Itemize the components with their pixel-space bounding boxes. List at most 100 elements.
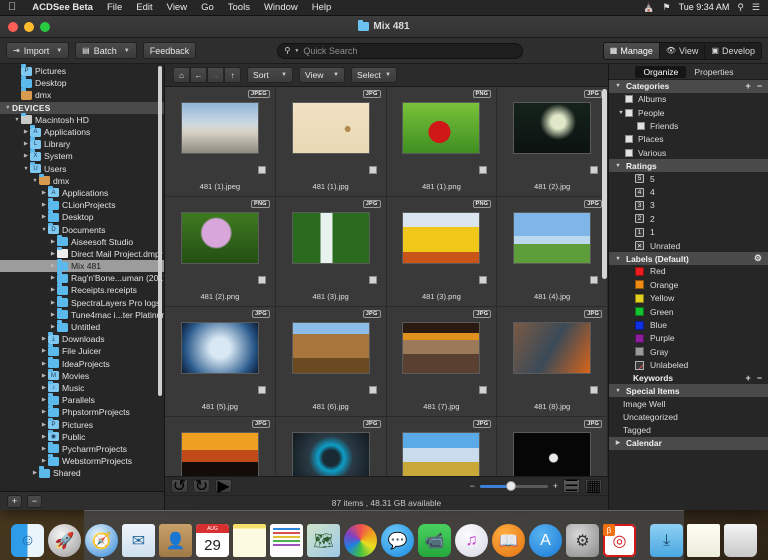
thumbnail-image[interactable] bbox=[181, 212, 259, 264]
thumbnail-image[interactable] bbox=[292, 212, 370, 264]
category-checkbox[interactable] bbox=[625, 149, 633, 157]
remove-category-button[interactable]: − bbox=[757, 81, 762, 91]
tree-item-system[interactable]: ▶XSystem bbox=[0, 150, 164, 162]
thumbnail-cell[interactable]: JPG bbox=[165, 417, 276, 476]
dock-app-photos[interactable] bbox=[344, 524, 377, 557]
special-item-uncategorized[interactable]: Uncategorized bbox=[609, 410, 768, 423]
twisty-open-icon[interactable]: ▼ bbox=[617, 110, 625, 116]
minimize-button[interactable] bbox=[24, 22, 34, 32]
thumbnail-image[interactable] bbox=[292, 322, 370, 374]
dock-app-calendar[interactable]: AUG29 bbox=[196, 524, 229, 557]
thumbnail-image[interactable] bbox=[402, 212, 480, 264]
dock-app-mail[interactable]: ✉ bbox=[122, 524, 155, 557]
twisty-closed-icon[interactable]: ▶ bbox=[49, 251, 57, 257]
twisty-closed-icon[interactable]: ▶ bbox=[49, 300, 57, 306]
list-view-icon[interactable]: ☰ bbox=[563, 479, 580, 493]
label-item-purple[interactable]: Purple bbox=[609, 332, 768, 345]
thumbnail-cell[interactable]: PNG481 (2).png bbox=[165, 197, 276, 307]
mode-develop[interactable]: ▣ Develop bbox=[705, 43, 761, 59]
rating-item-unrated[interactable]: ✕Unrated bbox=[609, 239, 768, 252]
thumbnail-image[interactable] bbox=[513, 212, 591, 264]
menu-edit[interactable]: Edit bbox=[129, 2, 159, 13]
thumbnail-image[interactable] bbox=[402, 102, 480, 154]
thumbnail-image[interactable] bbox=[292, 102, 370, 154]
remove-folder-button[interactable]: − bbox=[27, 495, 42, 508]
grid-view-icon[interactable]: ▦ bbox=[585, 479, 602, 493]
panel-section-categories[interactable]: ▼Categories+− bbox=[609, 80, 768, 93]
tree-item-macintosh-hd[interactable]: ▼Macintosh HD bbox=[0, 114, 164, 126]
panel-section-calendar[interactable]: ▶Calendar bbox=[609, 437, 768, 450]
dock-app-ibooks[interactable]: 📖 bbox=[492, 524, 525, 557]
tree-item-shared[interactable]: ▶Shared bbox=[0, 467, 164, 479]
tree-item-public[interactable]: ▶◉Public bbox=[0, 431, 164, 443]
twisty-closed-icon[interactable]: ▶ bbox=[40, 202, 48, 208]
maximize-button[interactable] bbox=[40, 22, 50, 32]
twisty-open-icon[interactable]: ▼ bbox=[31, 178, 39, 184]
rating-item-4[interactable]: 44 bbox=[609, 185, 768, 198]
panel-section-special-items[interactable]: ▼Special Items bbox=[609, 384, 768, 397]
thumbnail-image[interactable] bbox=[402, 322, 480, 374]
dock-app-acdsee[interactable]: ◎β bbox=[603, 524, 636, 557]
train-icon[interactable]: ⛪ bbox=[643, 3, 654, 12]
mode-manage[interactable]: ▦ Manage bbox=[604, 43, 660, 59]
tree-item-music[interactable]: ▶♪Music bbox=[0, 382, 164, 394]
up-arrow-icon[interactable]: ↑ bbox=[224, 67, 241, 83]
thumbnail-cell[interactable]: JPG481 (2).jpg bbox=[497, 87, 608, 197]
category-checkbox[interactable] bbox=[625, 95, 633, 103]
thumbnail-image[interactable] bbox=[292, 432, 370, 476]
dock-app-maps[interactable]: 🗺 bbox=[307, 524, 340, 557]
thumbnail-checkbox[interactable] bbox=[258, 276, 266, 284]
tree-item-mix-481[interactable]: ▶Mix 481 bbox=[0, 260, 164, 272]
dock-app-reminders[interactable] bbox=[270, 524, 303, 557]
thumbnail-checkbox[interactable] bbox=[479, 386, 487, 394]
tree-item-users[interactable]: ▼UUsers bbox=[0, 163, 164, 175]
chevron-down-icon[interactable]: ▼ bbox=[124, 48, 130, 54]
tree-item-clionprojects[interactable]: ▶CLionProjects bbox=[0, 199, 164, 211]
thumbnail-checkbox[interactable] bbox=[590, 166, 598, 174]
tree-item-pictures[interactable]: ▶PPictures bbox=[0, 418, 164, 430]
dock-documents-stack[interactable] bbox=[687, 524, 720, 557]
twisty-closed-icon[interactable]: ▶ bbox=[40, 385, 48, 391]
tree-item-untitled[interactable]: ▶Untitled bbox=[0, 321, 164, 333]
thumbnail-checkbox[interactable] bbox=[258, 166, 266, 174]
tree-item-dmx[interactable]: dmx bbox=[0, 89, 164, 101]
thumbnail-image[interactable] bbox=[181, 432, 259, 476]
thumbnail-cell[interactable]: JPG481 (5).jpg bbox=[165, 307, 276, 417]
twisty-closed-icon[interactable]: ▶ bbox=[40, 397, 48, 403]
category-item-various[interactable]: Various bbox=[609, 146, 768, 159]
thumbnail-grid[interactable]: JPEG481 (1).jpegJPG481 (1).jpgPNG481 (1)… bbox=[165, 87, 608, 476]
thumbnail-checkbox[interactable] bbox=[369, 386, 377, 394]
tree-item-downloads[interactable]: ▶⤓Downloads bbox=[0, 333, 164, 345]
tree-item-applications[interactable]: ▶AApplications bbox=[0, 187, 164, 199]
thumbnail-checkbox[interactable] bbox=[479, 276, 487, 284]
twisty-closed-icon[interactable]: ▶ bbox=[40, 422, 48, 428]
zoom-slider[interactable] bbox=[480, 485, 548, 488]
close-button[interactable] bbox=[8, 22, 18, 32]
twisty-closed-icon[interactable]: ▶ bbox=[22, 153, 30, 159]
add-category-button[interactable]: + bbox=[745, 81, 750, 91]
folder-tree[interactable]: PPicturesDesktopdmx▼DEVICES▼Macintosh HD… bbox=[0, 64, 164, 491]
dock-app-appstore[interactable]: A bbox=[529, 524, 562, 557]
twisty-closed-icon[interactable]: ▶ bbox=[40, 336, 48, 342]
twisty-closed-icon[interactable]: ▶ bbox=[40, 446, 48, 452]
twisty-open-icon[interactable]: ▼ bbox=[4, 105, 12, 111]
thumbnail-image[interactable] bbox=[402, 432, 480, 476]
panel-section-ratings[interactable]: ▼Ratings bbox=[609, 159, 768, 172]
thumbnail-cell[interactable]: JPG481 (4).jpg bbox=[497, 197, 608, 307]
remove-keyword-button[interactable]: − bbox=[757, 373, 762, 383]
thumbnail-cell[interactable]: JPG481 (3).jpg bbox=[276, 197, 387, 307]
menu-tools[interactable]: Tools bbox=[221, 2, 257, 13]
twisty-open-icon[interactable]: ▼ bbox=[614, 163, 622, 169]
thumbnail-checkbox[interactable] bbox=[590, 276, 598, 284]
twisty-closed-icon[interactable]: ▶ bbox=[40, 214, 48, 220]
rating-item-5[interactable]: 55 bbox=[609, 172, 768, 185]
twisty-closed-icon[interactable]: ▶ bbox=[49, 263, 57, 269]
tree-item-parallels[interactable]: ▶Parallels bbox=[0, 394, 164, 406]
tree-item-dmx[interactable]: ▼dmx bbox=[0, 175, 164, 187]
dock-downloads-folder[interactable]: ⤓ bbox=[650, 524, 683, 557]
dock-app-messages[interactable]: 💬 bbox=[381, 524, 414, 557]
select-dropdown[interactable]: Select ▼ bbox=[351, 67, 397, 83]
thumbnail-cell[interactable]: JPG481 (6).jpg bbox=[276, 307, 387, 417]
sort-dropdown[interactable]: Sort ▼ bbox=[247, 67, 293, 83]
panel-section-labels-default[interactable]: ▼Labels (Default)⚙ bbox=[609, 252, 768, 265]
